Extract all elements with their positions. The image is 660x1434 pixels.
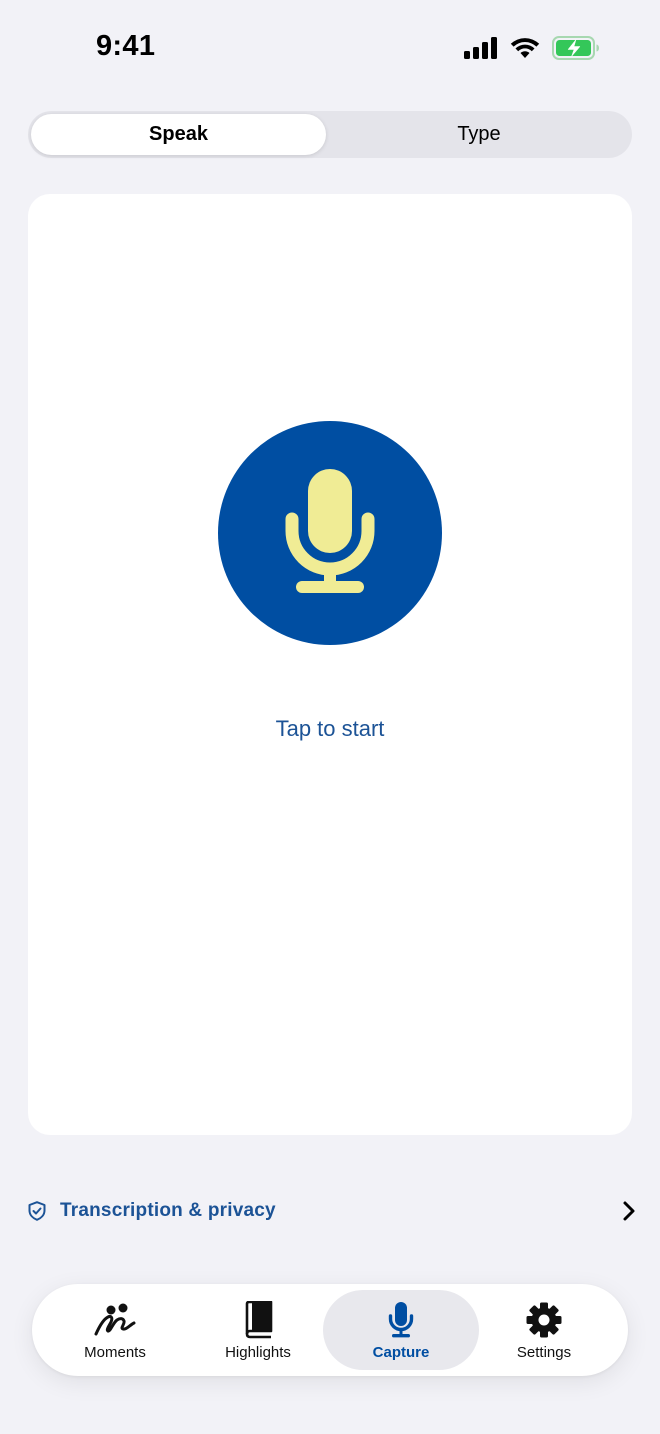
battery-charging-icon <box>552 36 600 60</box>
gear-icon <box>525 1300 563 1340</box>
segment-speak[interactable]: Speak <box>31 114 326 155</box>
microphone-icon <box>284 469 376 597</box>
segment-type[interactable]: Type <box>329 114 629 155</box>
transcription-privacy-label: Transcription & privacy <box>60 1200 276 1221</box>
capture-card: Tap to start <box>28 194 632 1135</box>
transcription-privacy-link[interactable]: Transcription & privacy <box>28 1190 636 1232</box>
status-icons <box>464 36 600 60</box>
tab-capture[interactable]: Capture <box>323 1290 479 1370</box>
shield-check-icon <box>28 1201 46 1221</box>
cellular-signal-icon <box>464 37 498 59</box>
tab-bar: Moments Highlights Capture Settings <box>32 1284 628 1376</box>
tap-to-start-label: Tap to start <box>275 716 385 741</box>
record-button[interactable] <box>218 421 442 645</box>
chevron-right-icon <box>622 1200 636 1222</box>
mode-segmented-control: Speak Type <box>28 111 632 158</box>
status-bar: 9:41 <box>0 0 660 96</box>
tab-settings[interactable]: Settings <box>473 1290 615 1370</box>
book-icon <box>243 1300 273 1340</box>
tab-highlights-label: Highlights <box>225 1344 291 1361</box>
microphone-icon <box>388 1300 414 1340</box>
tab-capture-label: Capture <box>372 1344 430 1361</box>
moments-icon <box>94 1300 136 1340</box>
status-time: 9:41 <box>96 30 156 62</box>
tab-moments-label: Moments <box>84 1344 146 1361</box>
tab-highlights[interactable]: Highlights <box>187 1290 329 1370</box>
tab-moments[interactable]: Moments <box>44 1290 186 1370</box>
wifi-icon <box>510 37 540 59</box>
tab-settings-label: Settings <box>516 1344 572 1361</box>
